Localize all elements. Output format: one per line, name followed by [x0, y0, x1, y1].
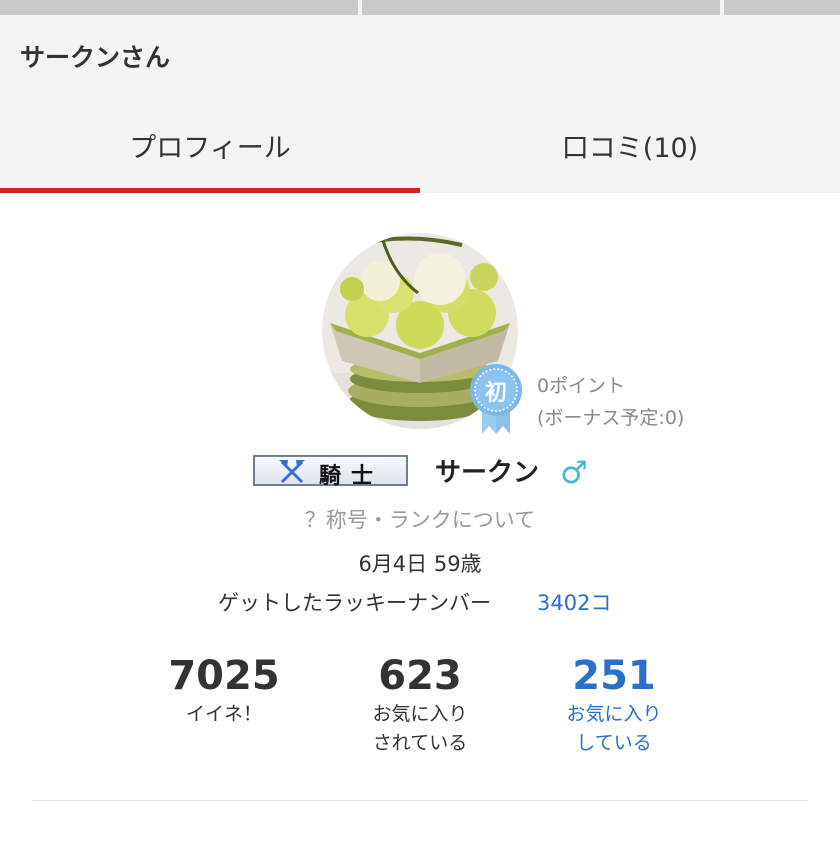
tab-reviews[interactable]: 口コミ(10)	[420, 98, 840, 193]
tab-strip-segment	[0, 0, 358, 15]
stat-label: お気に入り	[372, 703, 468, 725]
stat-number: 623	[378, 653, 462, 699]
birthday-age: 6月4日 59歳	[358, 552, 482, 576]
beginner-ribbon-badge: 初	[470, 362, 522, 434]
points-info: 0ポイント (ボーナス予定:0)	[537, 370, 684, 434]
stat-number: 251	[572, 653, 656, 699]
crossed-axes-icon	[279, 460, 305, 484]
page-title: サークンさん	[20, 43, 171, 72]
rank-title-plate: 騎士	[253, 455, 408, 489]
tab-strip-segment	[724, 0, 840, 15]
lucky-number-label: ゲットしたラッキーナンバー	[218, 591, 491, 615]
username: サークン	[435, 458, 540, 488]
badge-text: 初	[485, 380, 507, 406]
section-divider	[32, 800, 808, 801]
ribbon-badge-icon: 初	[470, 364, 522, 434]
browser-tab-strip	[0, 0, 840, 16]
stat-number: 7025	[168, 653, 280, 699]
rank-title-text: 騎士	[319, 463, 384, 489]
stat-favoriting[interactable]: 251 お気に入り している	[514, 652, 714, 758]
page-header: サークンさん	[0, 16, 840, 98]
male-icon: ♂	[560, 455, 588, 491]
stat-likes: 7025 イイネ！	[124, 652, 324, 729]
rank-help-link[interactable]: ？称号・ランクについて	[0, 504, 840, 534]
lucky-number-link[interactable]: 3402コ	[537, 587, 611, 617]
tab-strip-segment	[362, 0, 720, 15]
stat-label-2: している	[576, 732, 652, 754]
bonus-value: (ボーナス予定:0)	[537, 407, 685, 429]
profile-tabs: プロフィール 口コミ(10)	[0, 98, 840, 193]
points-value: 0ポイント	[537, 375, 626, 397]
tab-profile[interactable]: プロフィール	[0, 98, 420, 193]
stat-label: イイネ！	[185, 703, 262, 725]
stat-favorited[interactable]: 623 お気に入り されている	[320, 652, 520, 758]
stat-label-2: されている	[372, 732, 468, 754]
stat-label: お気に入り	[566, 703, 662, 725]
